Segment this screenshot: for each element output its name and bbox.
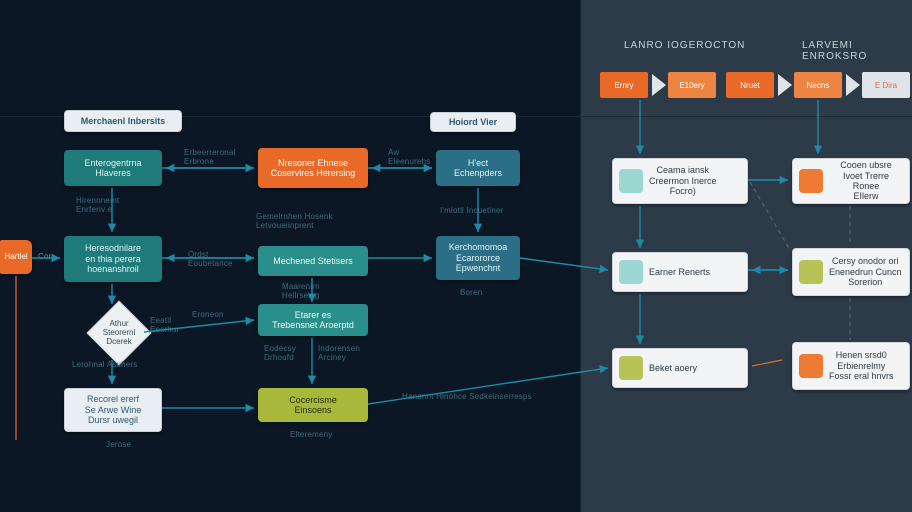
card-6-label: Henen srsd0ErbienrelmyFossr eral hnvrs [829,350,894,381]
node-n1[interactable]: EnterogentrnaHlaveres [64,150,162,186]
chart-icon [619,260,643,284]
node-n6[interactable]: KerchomomoaEcarororceEpwenchnt [436,236,520,280]
doc-icon [619,169,643,193]
card-5-label: Beket aoery [649,363,697,373]
edge-label: Con [38,252,53,261]
card-3-label: Earner Renerts [649,267,710,277]
edge-label: Hanonnt Hlnohce Sedkeinserresps [402,392,532,401]
card-3[interactable]: Earner Renerts [612,252,748,292]
card-1-label: Ceama ianskCreermon InerceFocro) [649,165,717,196]
node-n5[interactable]: Mechened Stetisers [258,246,368,276]
edge-label: EeatilEecrhur [150,316,179,334]
edge-label: ErbeerreronalErbrone [184,148,236,166]
card-6[interactable]: Henen srsd0ErbienrelmyFossr eral hnvrs [792,342,910,390]
folder-icon [799,260,823,284]
step-2[interactable]: E10ery [668,72,716,98]
diagram-canvas: Lanro Iogerocton Larvemi Enroksro Ernry … [0,0,912,512]
edge-label: Jerose [106,440,131,449]
alert-icon [799,354,823,378]
card-4[interactable]: Cersy onodor oriEnenedrun CuncnSorerion [792,248,910,296]
step-arrow-1 [652,74,666,96]
edge-label: EodecsyDrhoufd [264,344,296,362]
node-n9[interactable]: Recorel ererfSe Arwe WineDursr uwegil [64,388,162,432]
step-5[interactable]: E Dira [862,72,910,98]
right-header-1: Lanro Iogerocton [624,40,745,51]
edge-label: HirennnemtEnrferiv e [76,196,119,214]
card-4-label: Cersy onodor oriEnenedrun CuncnSorerion [829,256,902,287]
edge-label: Elteremeny [290,430,332,439]
money-icon [619,356,643,380]
node-n8[interactable]: CocercismeEinsoens [258,388,368,422]
start-node[interactable]: Hartlel [0,240,32,274]
card-5[interactable]: Beket aoery [612,348,748,388]
left-header-1: Merchaenl Inbersits [64,110,182,132]
right-header-2: Larvemi Enroksro [802,40,912,62]
edge-label: OrdstEoubetance [188,250,233,268]
node-n2[interactable]: Nresoner EhneseCoservires Herersing [258,148,368,188]
edge-label: Eroneon [192,310,224,319]
decision-node[interactable]: AthurSteorernlDcerek [86,300,151,365]
card-2-label: Cooen ubsreIvoet Trerre RoneeEIlerw [829,160,903,201]
step-arrow-3 [846,74,860,96]
edge-label: I'mlotll Incuetiner [440,206,504,215]
edge-label: IndorensenArciney [318,344,360,362]
node-n3[interactable]: H'ectEchenpders [436,150,520,186]
step-1[interactable]: Ernry [600,72,648,98]
edge-label: Boren [460,288,482,297]
step-arrow-2 [778,74,792,96]
left-header-2: Hoiord Vier [430,112,516,132]
step-3[interactable]: Nruet [726,72,774,98]
decision-label: AthurSteorernlDcerek [103,320,135,346]
card-2[interactable]: Cooen ubsreIvoet Trerre RoneeEIlerw [792,158,910,204]
edge-label: AwEleenurehs [388,148,430,166]
edge-label: Lerohnal Asuhers [72,360,137,369]
edge-label: MaarenirnHellrseing [282,282,320,300]
step-4[interactable]: Necns [794,72,842,98]
edge-label: Gemelrnhen HosenkLetvoueiinprent [256,212,333,230]
card-1[interactable]: Ceama ianskCreermon InerceFocro) [612,158,748,204]
node-n7[interactable]: Etarer esTrebensnet Aroerptd [258,304,368,336]
doc-icon [799,169,823,193]
node-n4[interactable]: Heresodnilareen thia pererahoenanshroil [64,236,162,282]
